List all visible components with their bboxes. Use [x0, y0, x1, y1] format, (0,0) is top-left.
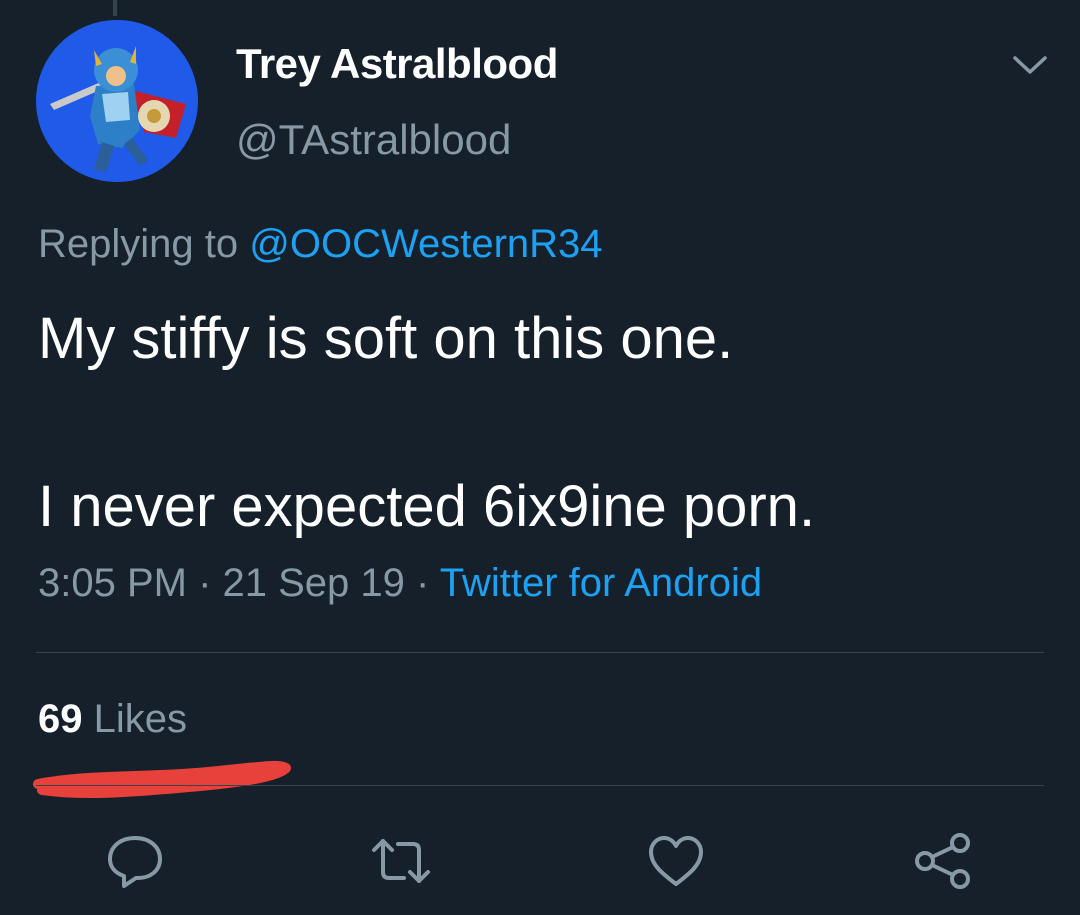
replying-prefix: Replying to [38, 222, 239, 266]
heart-icon[interactable] [643, 828, 709, 894]
thread-connector [113, 0, 117, 16]
tweet-source-link[interactable]: Twitter for Android [440, 561, 762, 605]
chevron-down-icon[interactable] [1010, 50, 1050, 80]
divider [36, 785, 1044, 786]
tweet-date: 21 Sep 19 [222, 561, 405, 605]
retweet-icon[interactable] [368, 828, 434, 894]
replying-to: Replying to @OOCWesternR34 [38, 222, 603, 267]
avatar[interactable] [36, 20, 198, 182]
tweet-text-line: I never expected 6ix9ine porn. [38, 474, 816, 539]
likes-count[interactable]: 69 Likes [38, 697, 187, 742]
divider [36, 652, 1044, 653]
meta-separator: · [404, 561, 440, 605]
reply-icon[interactable] [102, 828, 168, 894]
tweet-metadata: 3:05 PM · 21 Sep 19 · Twitter for Androi… [38, 561, 762, 606]
display-name[interactable]: Trey Astralblood [236, 40, 558, 88]
user-handle[interactable]: @TAstralblood [236, 116, 511, 164]
tweet-time: 3:05 PM [38, 561, 187, 605]
red-underline-annotation [33, 760, 291, 799]
likes-label: Likes [93, 697, 188, 741]
avatar-image [36, 20, 198, 182]
reply-mention-link[interactable]: @OOCWesternR34 [249, 222, 602, 266]
meta-separator: · [186, 561, 223, 605]
share-icon[interactable] [910, 828, 976, 894]
tweet-text-line: My stiffy is soft on this one. [38, 306, 734, 371]
tweet-text: My stiffy is soft on this one. I never e… [38, 297, 1048, 549]
likes-number: 69 [38, 697, 83, 741]
